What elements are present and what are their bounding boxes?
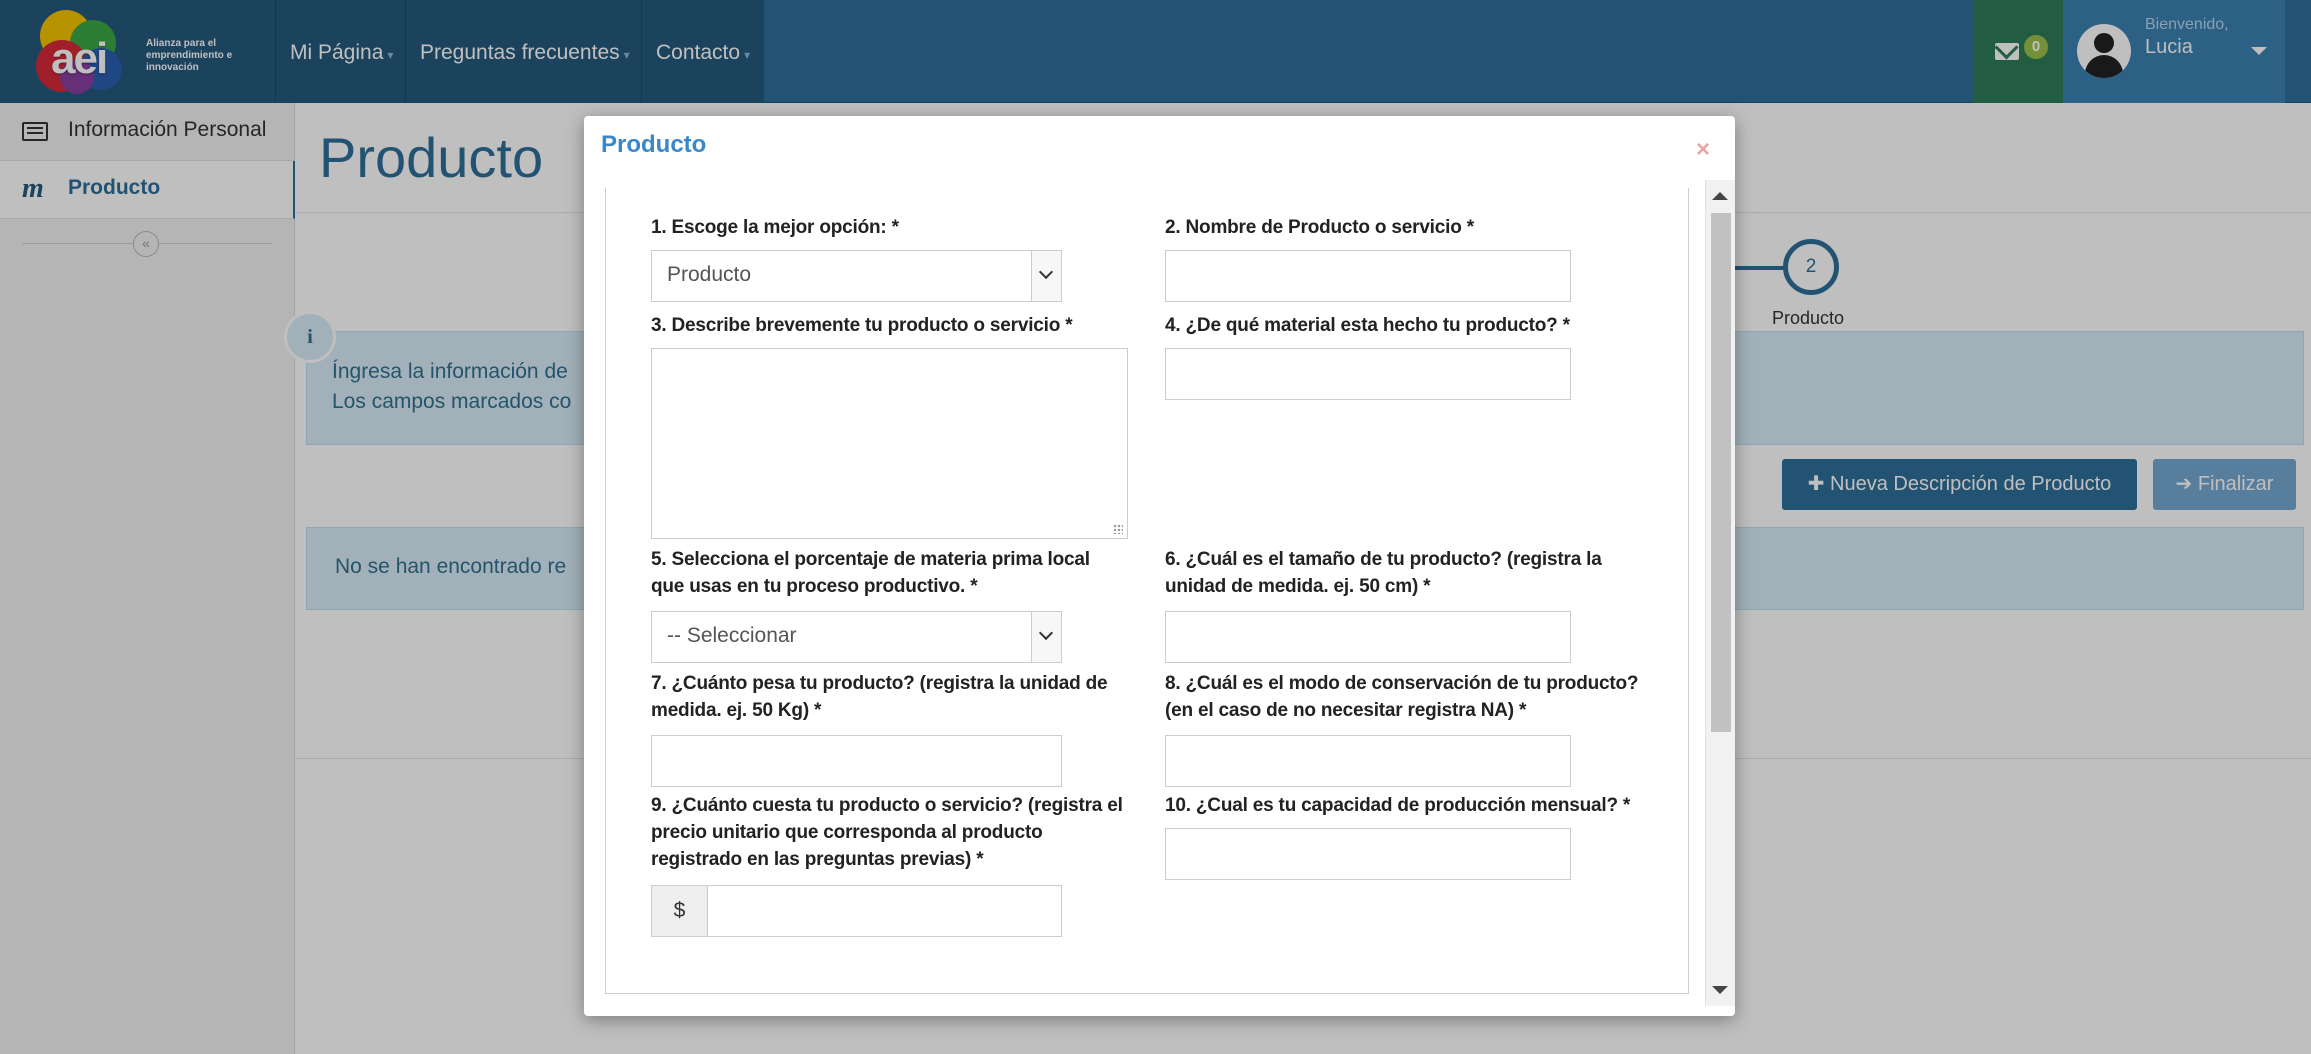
q6-label-line2: unidad de medida. ej. 50 cm) * — [1165, 576, 1431, 597]
q1-type-select[interactable]: Producto — [651, 250, 1062, 302]
select-value: Producto — [667, 263, 752, 286]
q3-label: 3. Describe brevemente tu producto o ser… — [651, 315, 1073, 336]
q9-price-input[interactable]: $ — [651, 885, 1062, 937]
close-icon[interactable]: × — [1696, 136, 1710, 164]
select-value: -- Seleccionar — [667, 624, 797, 647]
chevron-down-icon — [1031, 612, 1061, 662]
q2-label: 2. Nombre de Producto o servicio * — [1165, 217, 1474, 238]
q5-percentage-select[interactable]: -- Seleccionar — [651, 611, 1062, 663]
q10-capacity-input[interactable] — [1165, 828, 1571, 880]
resize-grip-icon[interactable] — [1113, 524, 1123, 534]
q5-label-line1: 5. Selecciona el porcentaje de materia p… — [651, 549, 1090, 570]
q7-label-line1: 7. ¿Cuánto pesa tu producto? (registra l… — [651, 673, 1108, 694]
q5-label-line2: que usas en tu proceso productivo. * — [651, 576, 978, 597]
q1-label: 1. Escoge la mejor opción: * — [651, 217, 899, 238]
q6-size-input[interactable] — [1165, 611, 1571, 663]
chevron-down-icon — [1031, 251, 1061, 301]
q3-description-textarea[interactable] — [651, 348, 1128, 539]
modal-title: Producto — [601, 131, 707, 158]
q10-label: 10. ¿Cual es tu capacidad de producción … — [1165, 795, 1631, 816]
modal-scrollbar[interactable] — [1705, 180, 1735, 1006]
product-form: 1. Escoge la mejor opción: * Producto 3.… — [605, 188, 1689, 994]
currency-addon: $ — [652, 886, 708, 936]
scroll-up-arrow-icon[interactable] — [1712, 192, 1728, 200]
q2-name-input[interactable] — [1165, 250, 1571, 302]
q4-material-input[interactable] — [1165, 348, 1571, 400]
q6-label-line1: 6. ¿Cuál es el tamaño de tu producto? (r… — [1165, 549, 1602, 570]
scroll-down-arrow-icon[interactable] — [1712, 986, 1728, 994]
q7-label-line2: medida. ej. 50 Kg) * — [651, 700, 822, 721]
q8-label-line1: 8. ¿Cuál es el modo de conservación de t… — [1165, 673, 1639, 694]
q4-label: 4. ¿De qué material esta hecho tu produc… — [1165, 315, 1570, 336]
q7-weight-input[interactable] — [651, 735, 1062, 787]
q9-label-line1: 9. ¿Cuánto cuesta tu producto o servicio… — [651, 795, 1123, 816]
product-modal: Producto × 1. Escoge la mejor opción: * … — [584, 116, 1735, 1016]
q8-label-line2: (en el caso de no necesitar registra NA)… — [1165, 700, 1527, 721]
q9-label-line2: precio unitario que corresponda al produ… — [651, 822, 1043, 843]
scrollbar-thumb[interactable] — [1711, 213, 1731, 732]
q8-conservation-input[interactable] — [1165, 735, 1571, 787]
q9-label-line3: registrado en las preguntas previas) * — [651, 849, 984, 870]
